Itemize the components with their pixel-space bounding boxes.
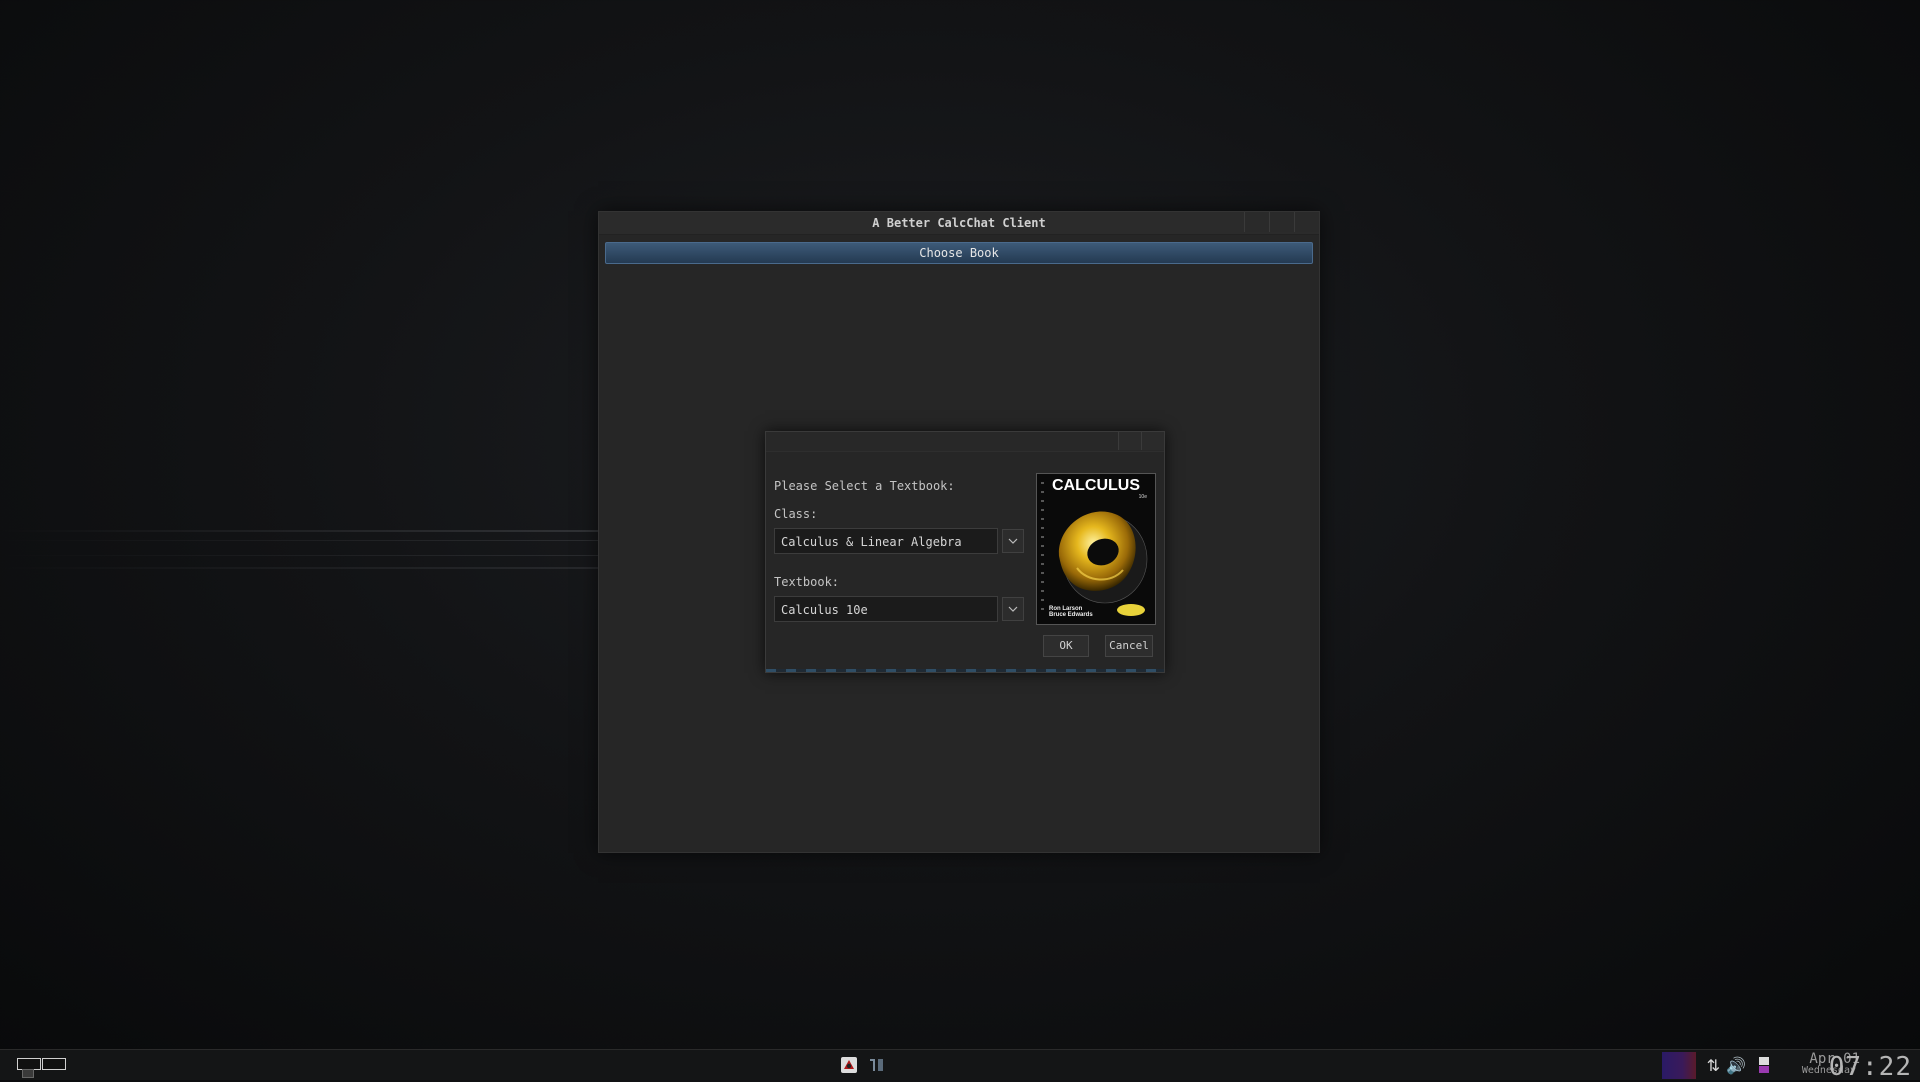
cpu-graph xyxy=(1662,1052,1696,1079)
calendar-icon[interactable] xyxy=(1758,1056,1770,1074)
window-controls xyxy=(1244,212,1319,232)
chevron-down-icon xyxy=(1008,606,1018,612)
book-cover-image: CALCULUS 10e Ron Larson Bruce Edwards xyxy=(1036,473,1156,625)
app-icon-2[interactable] xyxy=(868,1056,886,1074)
close-button[interactable] xyxy=(1294,212,1319,232)
textbook-label: Textbook: xyxy=(774,575,840,589)
cancel-button[interactable]: Cancel xyxy=(1105,635,1153,657)
cover-authors: Ron Larson Bruce Edwards xyxy=(1049,606,1093,618)
workspace-2[interactable] xyxy=(42,1058,66,1070)
background-streak xyxy=(0,555,598,556)
app-icon-1[interactable] xyxy=(840,1056,858,1074)
taskbar: ⇅ 🔊 Apr 01 Wednesday 07:22 xyxy=(0,1049,1920,1082)
main-titlebar[interactable]: A Better CalcChat Client xyxy=(599,212,1319,235)
window-title: A Better CalcChat Client xyxy=(872,216,1046,230)
volume-icon[interactable]: 🔊 xyxy=(1726,1056,1746,1075)
background-streak xyxy=(0,540,598,541)
choose-textbook-dialog: Please Select a Textbook: Class: Calculu… xyxy=(765,431,1165,673)
clock[interactable]: 07:22 xyxy=(1829,1052,1912,1082)
background-streak xyxy=(0,567,598,569)
class-label: Class: xyxy=(774,507,818,521)
cover-author-2: Bruce Edwards xyxy=(1049,612,1093,618)
dialog-controls xyxy=(1118,432,1164,450)
textbook-dropdown-button[interactable] xyxy=(1002,597,1024,621)
dialog-bottom-border xyxy=(766,669,1164,672)
network-icon[interactable]: ⇅ xyxy=(1707,1056,1720,1075)
textbook-select[interactable]: Calculus 10e xyxy=(774,596,998,622)
dialog-close-button[interactable] xyxy=(1141,432,1164,450)
ok-button[interactable]: OK xyxy=(1043,635,1089,657)
background-streak xyxy=(0,530,598,532)
prompt-label: Please Select a Textbook: xyxy=(774,479,955,493)
minimize-button[interactable] xyxy=(1244,212,1269,232)
dialog-maximize-button[interactable] xyxy=(1118,432,1141,450)
class-dropdown-button[interactable] xyxy=(1002,529,1024,553)
menu-icon[interactable] xyxy=(22,1069,34,1078)
chevron-down-icon xyxy=(1008,538,1018,544)
tab-strip: Choose Book xyxy=(599,235,1319,264)
dialog-titlebar[interactable] xyxy=(766,432,1164,452)
maximize-button[interactable] xyxy=(1269,212,1294,232)
cover-torus-art xyxy=(1058,511,1148,616)
class-select[interactable]: Calculus & Linear Algebra xyxy=(774,528,998,554)
tab-choose-book[interactable]: Choose Book xyxy=(605,242,1313,264)
